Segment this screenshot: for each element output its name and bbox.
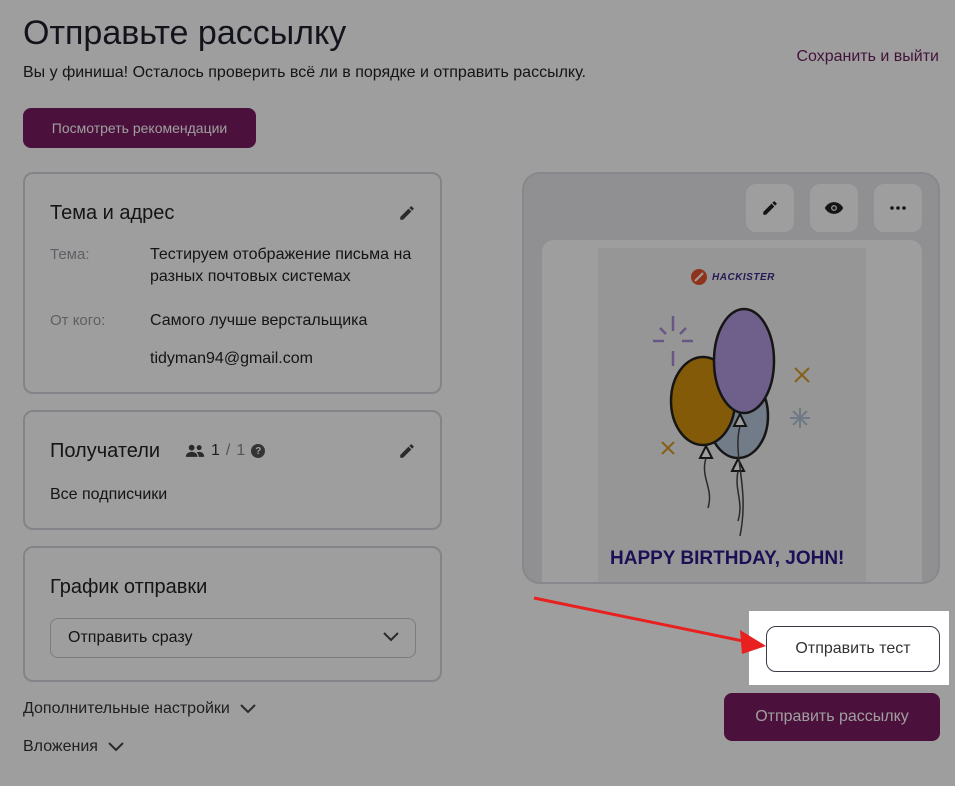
people-icon	[185, 444, 205, 457]
card-title: Тема и адрес	[50, 202, 175, 224]
logo-icon	[691, 269, 707, 285]
pencil-icon	[763, 201, 777, 215]
email-content: HACKISTER HAPPY BIRTHDAY, JOHN!	[598, 248, 866, 582]
from-email: tidyman94@gmail.com	[150, 350, 313, 367]
email-headline: HAPPY BIRTHDAY, JOHN!	[610, 548, 845, 569]
card-title: График отправки	[50, 576, 208, 598]
additional-settings-label: Дополнительные настройки	[23, 700, 230, 717]
pencil-icon[interactable]	[398, 442, 416, 460]
balloons-illustration	[653, 307, 810, 537]
chevron-down-icon	[108, 742, 124, 752]
schedule-card: График отправки Отправить сразу	[23, 546, 442, 682]
recipients-selected: 1	[211, 442, 220, 459]
recipients-separator: /	[225, 442, 231, 459]
subject-address-card: Тема и адрес Тема: Тестируем отображение…	[23, 172, 442, 394]
send-campaign-page: Отправьте рассылку Вы у финиша! Осталось…	[0, 0, 955, 786]
hackister-logo: HACKISTER	[690, 268, 775, 286]
additional-settings-toggle[interactable]: Дополнительные настройки	[23, 700, 256, 718]
preview-frame: HACKISTER HAPPY BIRTHDAY, JOHN!	[542, 240, 922, 582]
red-arrow-annotation	[533, 596, 766, 654]
attachments-label: Вложения	[23, 738, 98, 755]
recommendations-button[interactable]: Посмотреть рекомендации	[23, 108, 256, 148]
recipients-list: Все подписчики	[50, 486, 168, 503]
more-icon	[890, 206, 906, 210]
from-label: От кого:	[50, 312, 106, 329]
subject-value: Тестируем отображение письма на разных п…	[150, 246, 412, 285]
eye-icon	[824, 202, 844, 214]
save-and-exit-link[interactable]: Сохранить и выйти	[796, 48, 939, 66]
recipients-total: 1	[236, 442, 246, 459]
send-schedule-select[interactable]: Отправить сразу	[50, 618, 416, 658]
subject-label: Тема:	[50, 246, 90, 263]
select-value: Отправить сразу	[68, 629, 193, 646]
page-title: Отправьте рассылку	[23, 14, 347, 52]
more-options-button[interactable]	[874, 184, 922, 232]
email-preview: HACKISTER HAPPY BIRTHDAY, JOHN!	[522, 172, 940, 584]
logo-text: HACKISTER	[712, 271, 775, 283]
attachments-toggle[interactable]: Вложения	[23, 738, 124, 756]
send-campaign-button[interactable]: Отправить рассылку	[724, 693, 940, 741]
page-subtitle: Вы у финиша! Осталось проверить всё ли в…	[23, 64, 586, 81]
card-title: Получатели	[50, 440, 161, 462]
recipients-card: Получатели 1 / 1 ? Все подписчики	[23, 410, 442, 530]
chevron-down-icon	[240, 704, 256, 714]
recipients-count: 1 / 1 ?	[185, 442, 266, 460]
edit-template-button[interactable]	[746, 184, 794, 232]
send-test-button[interactable]: Отправить тест	[766, 626, 940, 672]
from-name: Самого лучше верстальщика	[150, 312, 368, 329]
chevron-down-icon	[383, 632, 399, 642]
help-icon[interactable]: ?	[251, 444, 266, 458]
pencil-icon[interactable]	[398, 204, 416, 222]
preview-button[interactable]	[810, 184, 858, 232]
